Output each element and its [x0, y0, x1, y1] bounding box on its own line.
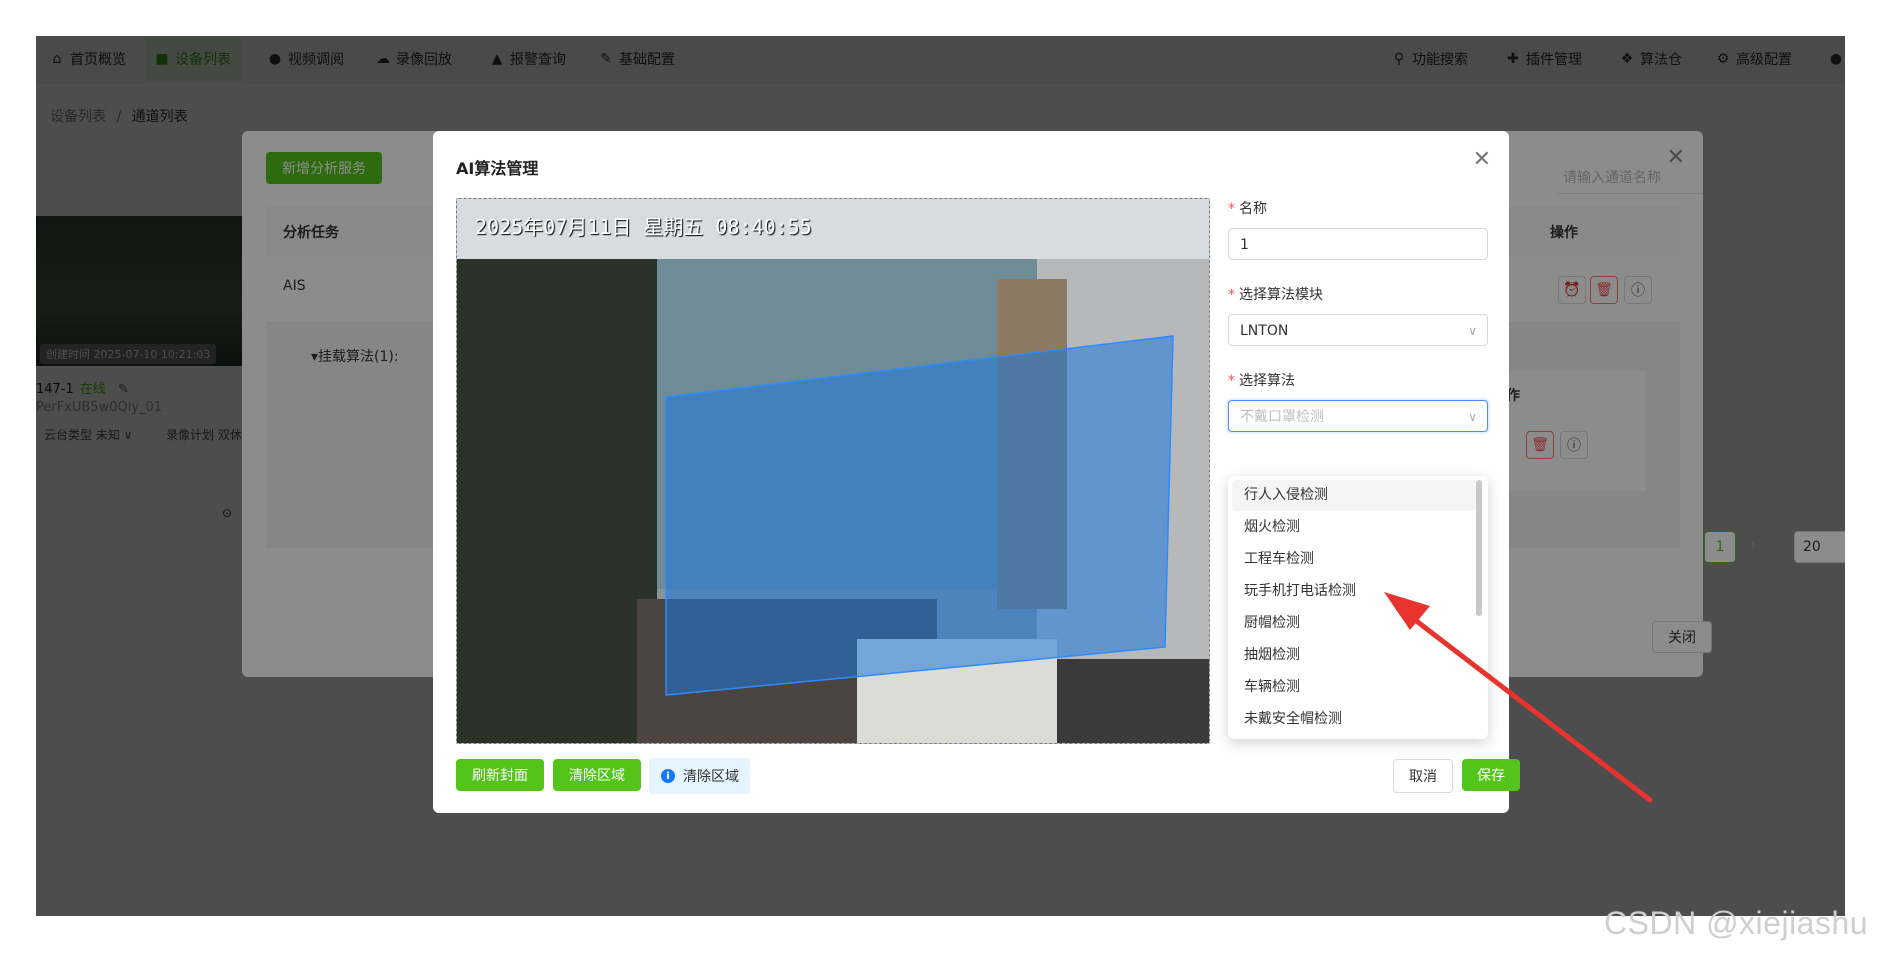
dropdown-option[interactable]: 抽烟检测	[1232, 640, 1476, 671]
app-window: ⌂ 首页概览 ■ 设备列表 ● 视频调阅 ☁ 录像回放 ▲ 报警查询 ✎ 基础配…	[36, 36, 1845, 916]
dialog-title: AI算法管理	[456, 159, 539, 178]
close-icon[interactable]: ✕	[1473, 147, 1491, 172]
module-value: LNTON	[1240, 323, 1289, 339]
dropdown-option[interactable]: 车辆检测	[1232, 672, 1476, 703]
refresh-cover-button[interactable]: 刷新封面	[456, 759, 544, 791]
clear-region-button[interactable]: 清除区域	[553, 759, 641, 791]
algorithm-label-text: 选择算法	[1239, 373, 1295, 389]
name-input[interactable]: 1	[1228, 228, 1488, 260]
ai-algorithm-dialog: AI算法管理 ✕ 2025年07月11日 星期五 08:40:55 * 名称 1 …	[433, 131, 1520, 813]
dropdown-option[interactable]: 厨帽检测	[1232, 608, 1476, 639]
dropdown-option[interactable]: 未戴安全帽检测	[1232, 704, 1476, 735]
dropdown-option[interactable]: 烟火检测	[1232, 512, 1476, 543]
info-tip-text: 清除区域	[683, 769, 739, 785]
algorithm-dropdown: 行人入侵检测 烟火检测 工程车检测 玩手机打电话检测 厨帽检测 抽烟检测 车辆检…	[1228, 476, 1488, 739]
chevron-down-icon: ∨	[1468, 324, 1477, 338]
dropdown-scrollbar[interactable]	[1476, 480, 1482, 616]
video-timestamp: 2025年07月11日 星期五 08:40:55	[475, 215, 812, 239]
algorithm-placeholder: 不戴口罩检测	[1240, 409, 1324, 425]
module-label: * 选择算法模块	[1228, 287, 1323, 303]
chevron-down-icon: ∨	[1468, 410, 1477, 424]
camera-snapshot[interactable]: 2025年07月11日 星期五 08:40:55	[456, 198, 1210, 744]
dropdown-option[interactable]: 行人入侵检测	[1232, 480, 1476, 511]
watermark: CSDN @xiejiashu	[1604, 905, 1869, 941]
name-label: * 名称	[1228, 201, 1267, 217]
info-tip: i 清除区域	[649, 758, 750, 794]
dropdown-option[interactable]: 工程车检测	[1232, 544, 1476, 575]
module-label-text: 选择算法模块	[1239, 287, 1323, 303]
info-icon: i	[661, 769, 675, 783]
module-select[interactable]: LNTON ∨	[1228, 314, 1488, 346]
dropdown-option[interactable]: 玩手机打电话检测	[1232, 576, 1476, 607]
algorithm-label: * 选择算法	[1228, 373, 1295, 389]
office-scene	[457, 199, 1209, 743]
save-button[interactable]: 保存	[1462, 759, 1520, 791]
cancel-button[interactable]: 取消	[1393, 759, 1453, 793]
algorithm-select[interactable]: 不戴口罩检测 ∨	[1228, 400, 1488, 432]
name-label-text: 名称	[1239, 201, 1267, 217]
